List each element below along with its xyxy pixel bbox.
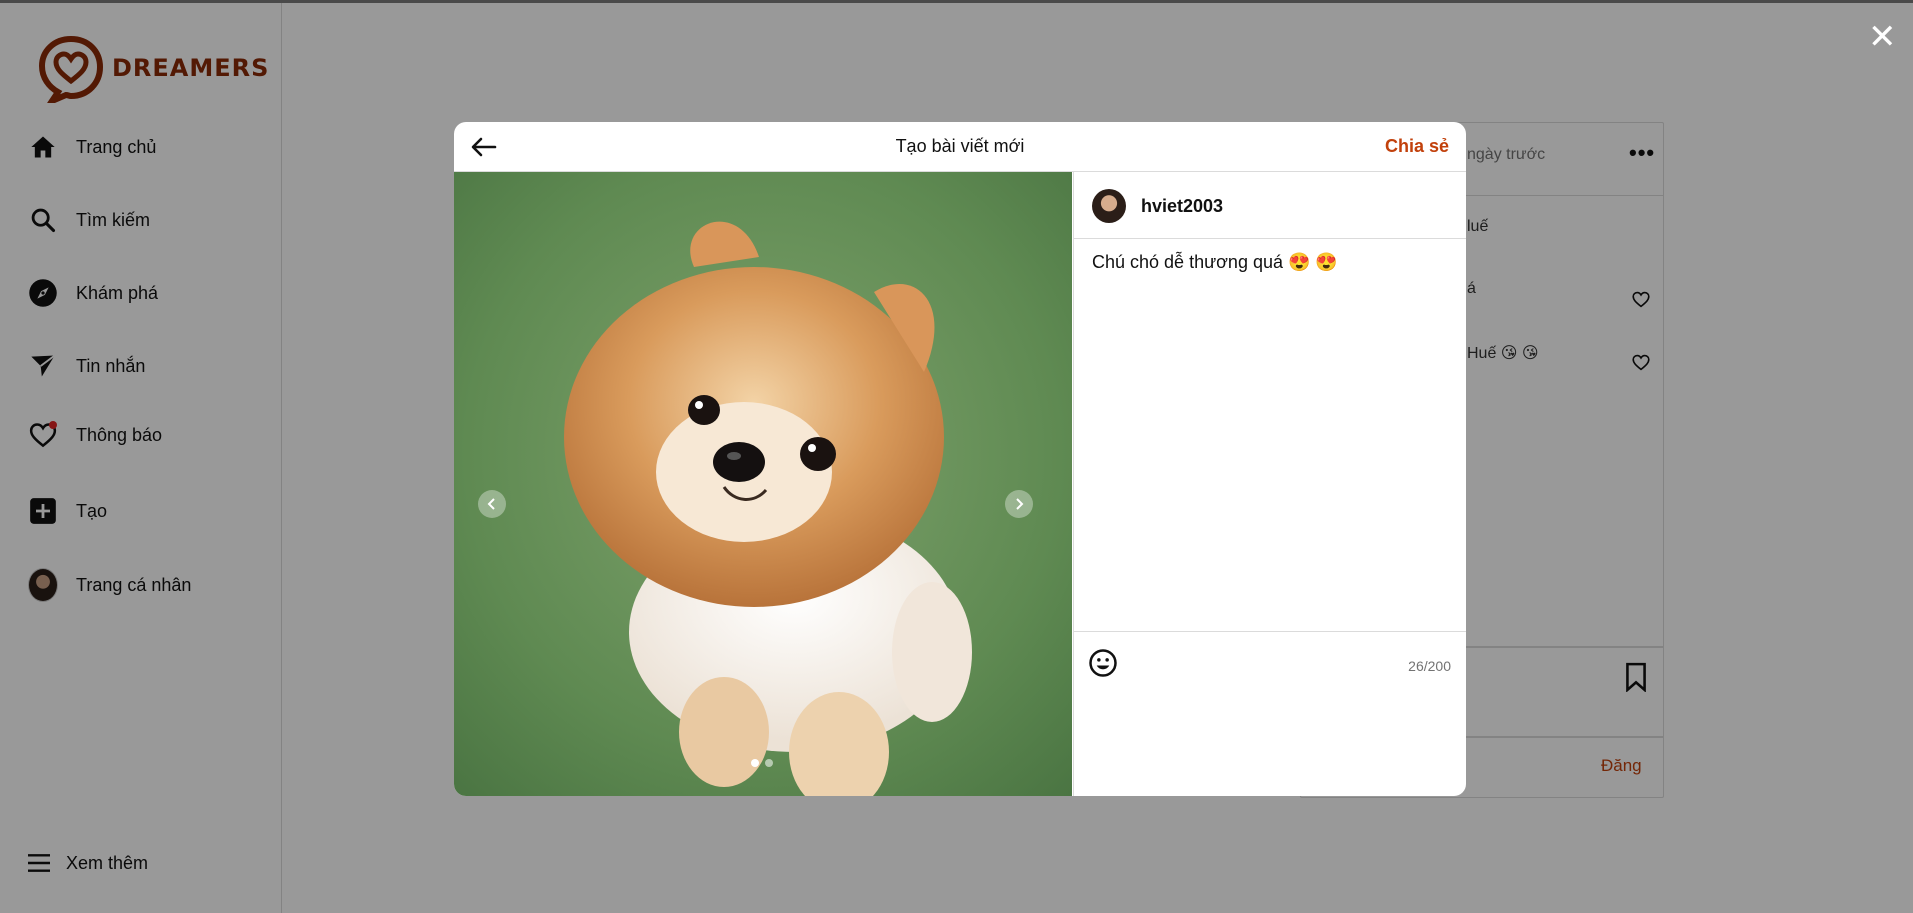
author-row: hviet2003	[1074, 172, 1466, 239]
share-button[interactable]: Chia sẻ	[1385, 136, 1449, 157]
post-details-pane: hviet2003 Chú chó dễ thương quá 😍 😍 26/2…	[1073, 172, 1466, 796]
divider	[1074, 631, 1466, 632]
create-post-modal: Tạo bài viết mới Chia sẻ hviet2003 Chú c…	[454, 122, 1466, 796]
modal-title: Tạo bài viết mới	[895, 136, 1025, 156]
modal-header: Tạo bài viết mới Chia sẻ	[454, 122, 1466, 172]
pagination-dot[interactable]	[751, 759, 759, 767]
username: hviet2003	[1141, 196, 1224, 216]
pagination-dot[interactable]	[765, 759, 773, 767]
caption-input[interactable]: Chú chó dễ thương quá 😍 😍	[1092, 252, 1452, 273]
image-pagination	[751, 759, 773, 767]
dog-photo	[454, 172, 1072, 796]
post-image	[454, 172, 1072, 796]
character-counter: 26/200	[1408, 658, 1451, 674]
avatar	[1092, 189, 1126, 223]
next-image-button[interactable]	[1005, 490, 1033, 518]
emoji-picker-icon[interactable]	[1088, 648, 1118, 678]
prev-image-button[interactable]	[478, 490, 506, 518]
close-icon[interactable]: ✕	[1868, 20, 1897, 54]
